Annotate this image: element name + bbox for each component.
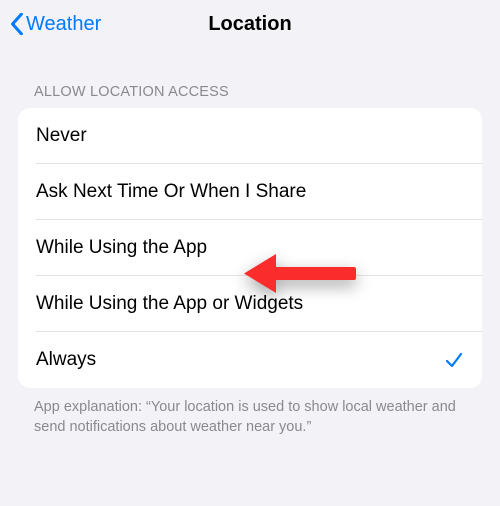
option-label: While Using the App bbox=[36, 237, 207, 259]
checkmark-icon bbox=[444, 350, 464, 370]
option-label: Always bbox=[36, 349, 96, 371]
option-ask-next-time[interactable]: Ask Next Time Or When I Share bbox=[18, 164, 482, 220]
option-always[interactable]: Always bbox=[18, 332, 482, 388]
option-label: Ask Next Time Or When I Share bbox=[36, 181, 306, 203]
section-header: ALLOW LOCATION ACCESS bbox=[0, 48, 500, 108]
back-button[interactable]: Weather bbox=[10, 13, 101, 36]
page-title: Location bbox=[208, 13, 291, 36]
back-button-label: Weather bbox=[26, 13, 101, 36]
option-never[interactable]: Never bbox=[18, 108, 482, 164]
location-access-options: Never Ask Next Time Or When I Share Whil… bbox=[18, 108, 482, 388]
option-while-using-app-widgets[interactable]: While Using the App or Widgets bbox=[18, 276, 482, 332]
option-label: Never bbox=[36, 125, 87, 147]
option-label: While Using the App or Widgets bbox=[36, 293, 303, 315]
nav-bar: Weather Location bbox=[0, 0, 500, 48]
chevron-left-icon bbox=[10, 13, 24, 35]
option-while-using-app[interactable]: While Using the App bbox=[18, 220, 482, 276]
section-footer: App explanation: “Your location is used … bbox=[0, 388, 500, 437]
